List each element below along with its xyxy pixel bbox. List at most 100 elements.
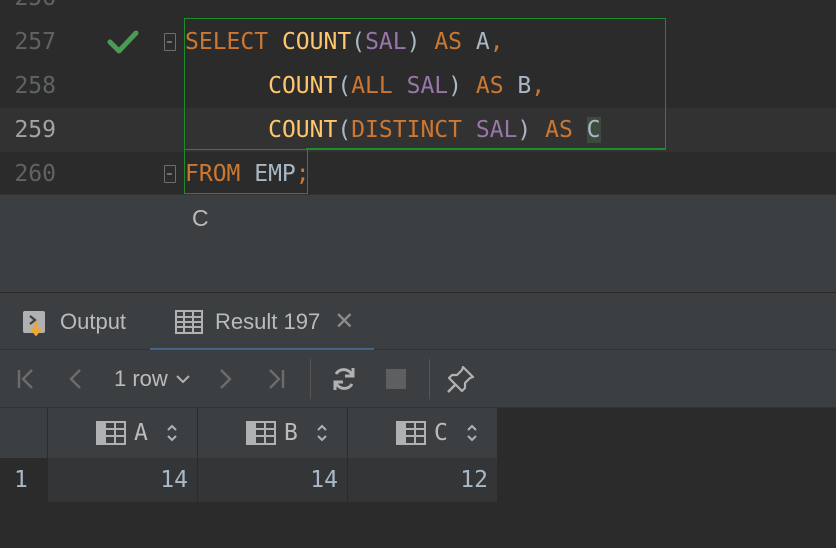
code-line-258[interactable]: 258 COUNT(ALL SAL) AS B, (0, 64, 836, 108)
code-token: C (586, 117, 601, 143)
fold-marker-icon[interactable] (164, 33, 176, 51)
column-header-a[interactable]: A (48, 408, 198, 458)
table-cell[interactable]: 12 (348, 458, 498, 502)
last-page-button[interactable] (259, 362, 293, 396)
stop-icon (386, 369, 406, 389)
next-page-icon (220, 369, 232, 389)
code-token: COUNT (268, 73, 338, 99)
code-token: , (489, 29, 504, 55)
stop-button[interactable] (379, 362, 413, 396)
tab-result[interactable]: Result 197 ✕ (150, 293, 374, 352)
tab-result-label: Result 197 (215, 309, 321, 334)
result-toolbar: 1 row (0, 350, 836, 408)
first-page-button[interactable] (9, 362, 43, 396)
column-icon (246, 421, 276, 445)
refresh-button[interactable] (327, 362, 361, 396)
toolbar-separator (429, 359, 430, 399)
code-token: DISTINCT (351, 117, 462, 143)
column-name: A (134, 420, 148, 446)
table-cell[interactable]: 14 (48, 458, 198, 502)
code-text[interactable]: COUNT(DISTINCT SAL) AS C (185, 108, 601, 152)
code-token: ) (406, 29, 435, 55)
last-page-icon (269, 369, 285, 389)
table-grid-icon (175, 310, 203, 334)
close-icon[interactable]: ✕ (334, 310, 354, 334)
fold-marker-icon[interactable] (164, 165, 176, 183)
grid-corner[interactable] (0, 408, 48, 458)
code-token: ) (448, 73, 476, 99)
check-icon (107, 30, 139, 54)
code-token: SELECT (185, 29, 269, 55)
code-token: SAL (365, 29, 407, 55)
row-number[interactable]: 1 (0, 458, 48, 502)
code-token: ) (517, 117, 546, 143)
code-token: SAL (475, 117, 518, 143)
column-header-c[interactable]: C (348, 408, 498, 458)
code-line-256: 256 (0, 0, 836, 20)
code-token: EMP (240, 161, 296, 187)
pin-icon (447, 365, 475, 393)
sql-editor[interactable]: 256 257 SELECT COUNT(SAL) AS A, 258 COUN… (0, 0, 836, 194)
result-grid[interactable]: A B C 1 14 14 12 (0, 408, 836, 548)
code-token: ( (351, 29, 366, 55)
column-icon (96, 421, 126, 445)
next-page-button[interactable] (208, 362, 242, 396)
row-count-label: 1 row (114, 366, 168, 391)
editor-empty-area (0, 240, 836, 292)
column-icon (396, 421, 426, 445)
code-token: AS (545, 117, 573, 143)
output-console-icon (23, 311, 45, 336)
chevron-down-icon (176, 375, 190, 384)
code-text[interactable]: COUNT(ALL SAL) AS B, (185, 64, 545, 108)
previous-page-button[interactable] (59, 362, 93, 396)
completion-item[interactable]: C (192, 195, 209, 241)
sort-icon[interactable] (466, 423, 478, 443)
code-token: A (462, 29, 490, 55)
code-text[interactable]: FROM EMP; (185, 152, 310, 194)
code-token: , (531, 73, 546, 99)
tab-output-label: Output (60, 309, 127, 334)
code-token: ; (295, 161, 310, 187)
refresh-icon (333, 368, 355, 390)
code-token: AS (434, 29, 463, 55)
services-tab-bar: Output Result 197 ✕ (0, 292, 836, 352)
code-token: AS (475, 73, 504, 99)
line-number: 256 (0, 0, 56, 20)
code-token: ALL (351, 73, 393, 99)
completion-popup[interactable]: C (0, 194, 836, 240)
code-text[interactable]: SELECT COUNT(SAL) AS A, (185, 20, 504, 64)
line-number: 257 (14, 29, 56, 55)
sort-icon[interactable] (316, 423, 328, 443)
code-line-259[interactable]: 259 COUNT(DISTINCT SAL) AS C (0, 108, 836, 152)
code-line-257[interactable]: 257 SELECT COUNT(SAL) AS A, (0, 20, 836, 64)
previous-page-icon (69, 369, 81, 389)
line-number: 260 (14, 161, 56, 187)
code-line-260[interactable]: 260 FROM EMP; (0, 152, 836, 194)
row-count-dropdown[interactable]: 1 row (114, 350, 192, 408)
code-token: ( (337, 73, 352, 99)
column-name: B (284, 420, 298, 446)
sort-icon[interactable] (166, 423, 178, 443)
line-number: 259 (14, 117, 56, 143)
pin-tab-button[interactable] (444, 362, 478, 396)
line-number: 258 (14, 73, 56, 99)
code-token: SAL (406, 73, 449, 99)
toolbar-separator (310, 359, 311, 399)
tab-output[interactable]: Output (22, 293, 126, 351)
column-name: C (434, 420, 448, 446)
code-token: ( (337, 117, 352, 143)
column-header-b[interactable]: B (198, 408, 348, 458)
statement-outline-edge (306, 148, 666, 150)
first-page-icon (17, 369, 33, 389)
code-token: COUNT (281, 29, 352, 55)
code-token: COUNT (268, 117, 338, 143)
table-cell[interactable]: 14 (198, 458, 348, 502)
code-token: FROM (185, 161, 241, 187)
code-token: B (503, 73, 532, 99)
